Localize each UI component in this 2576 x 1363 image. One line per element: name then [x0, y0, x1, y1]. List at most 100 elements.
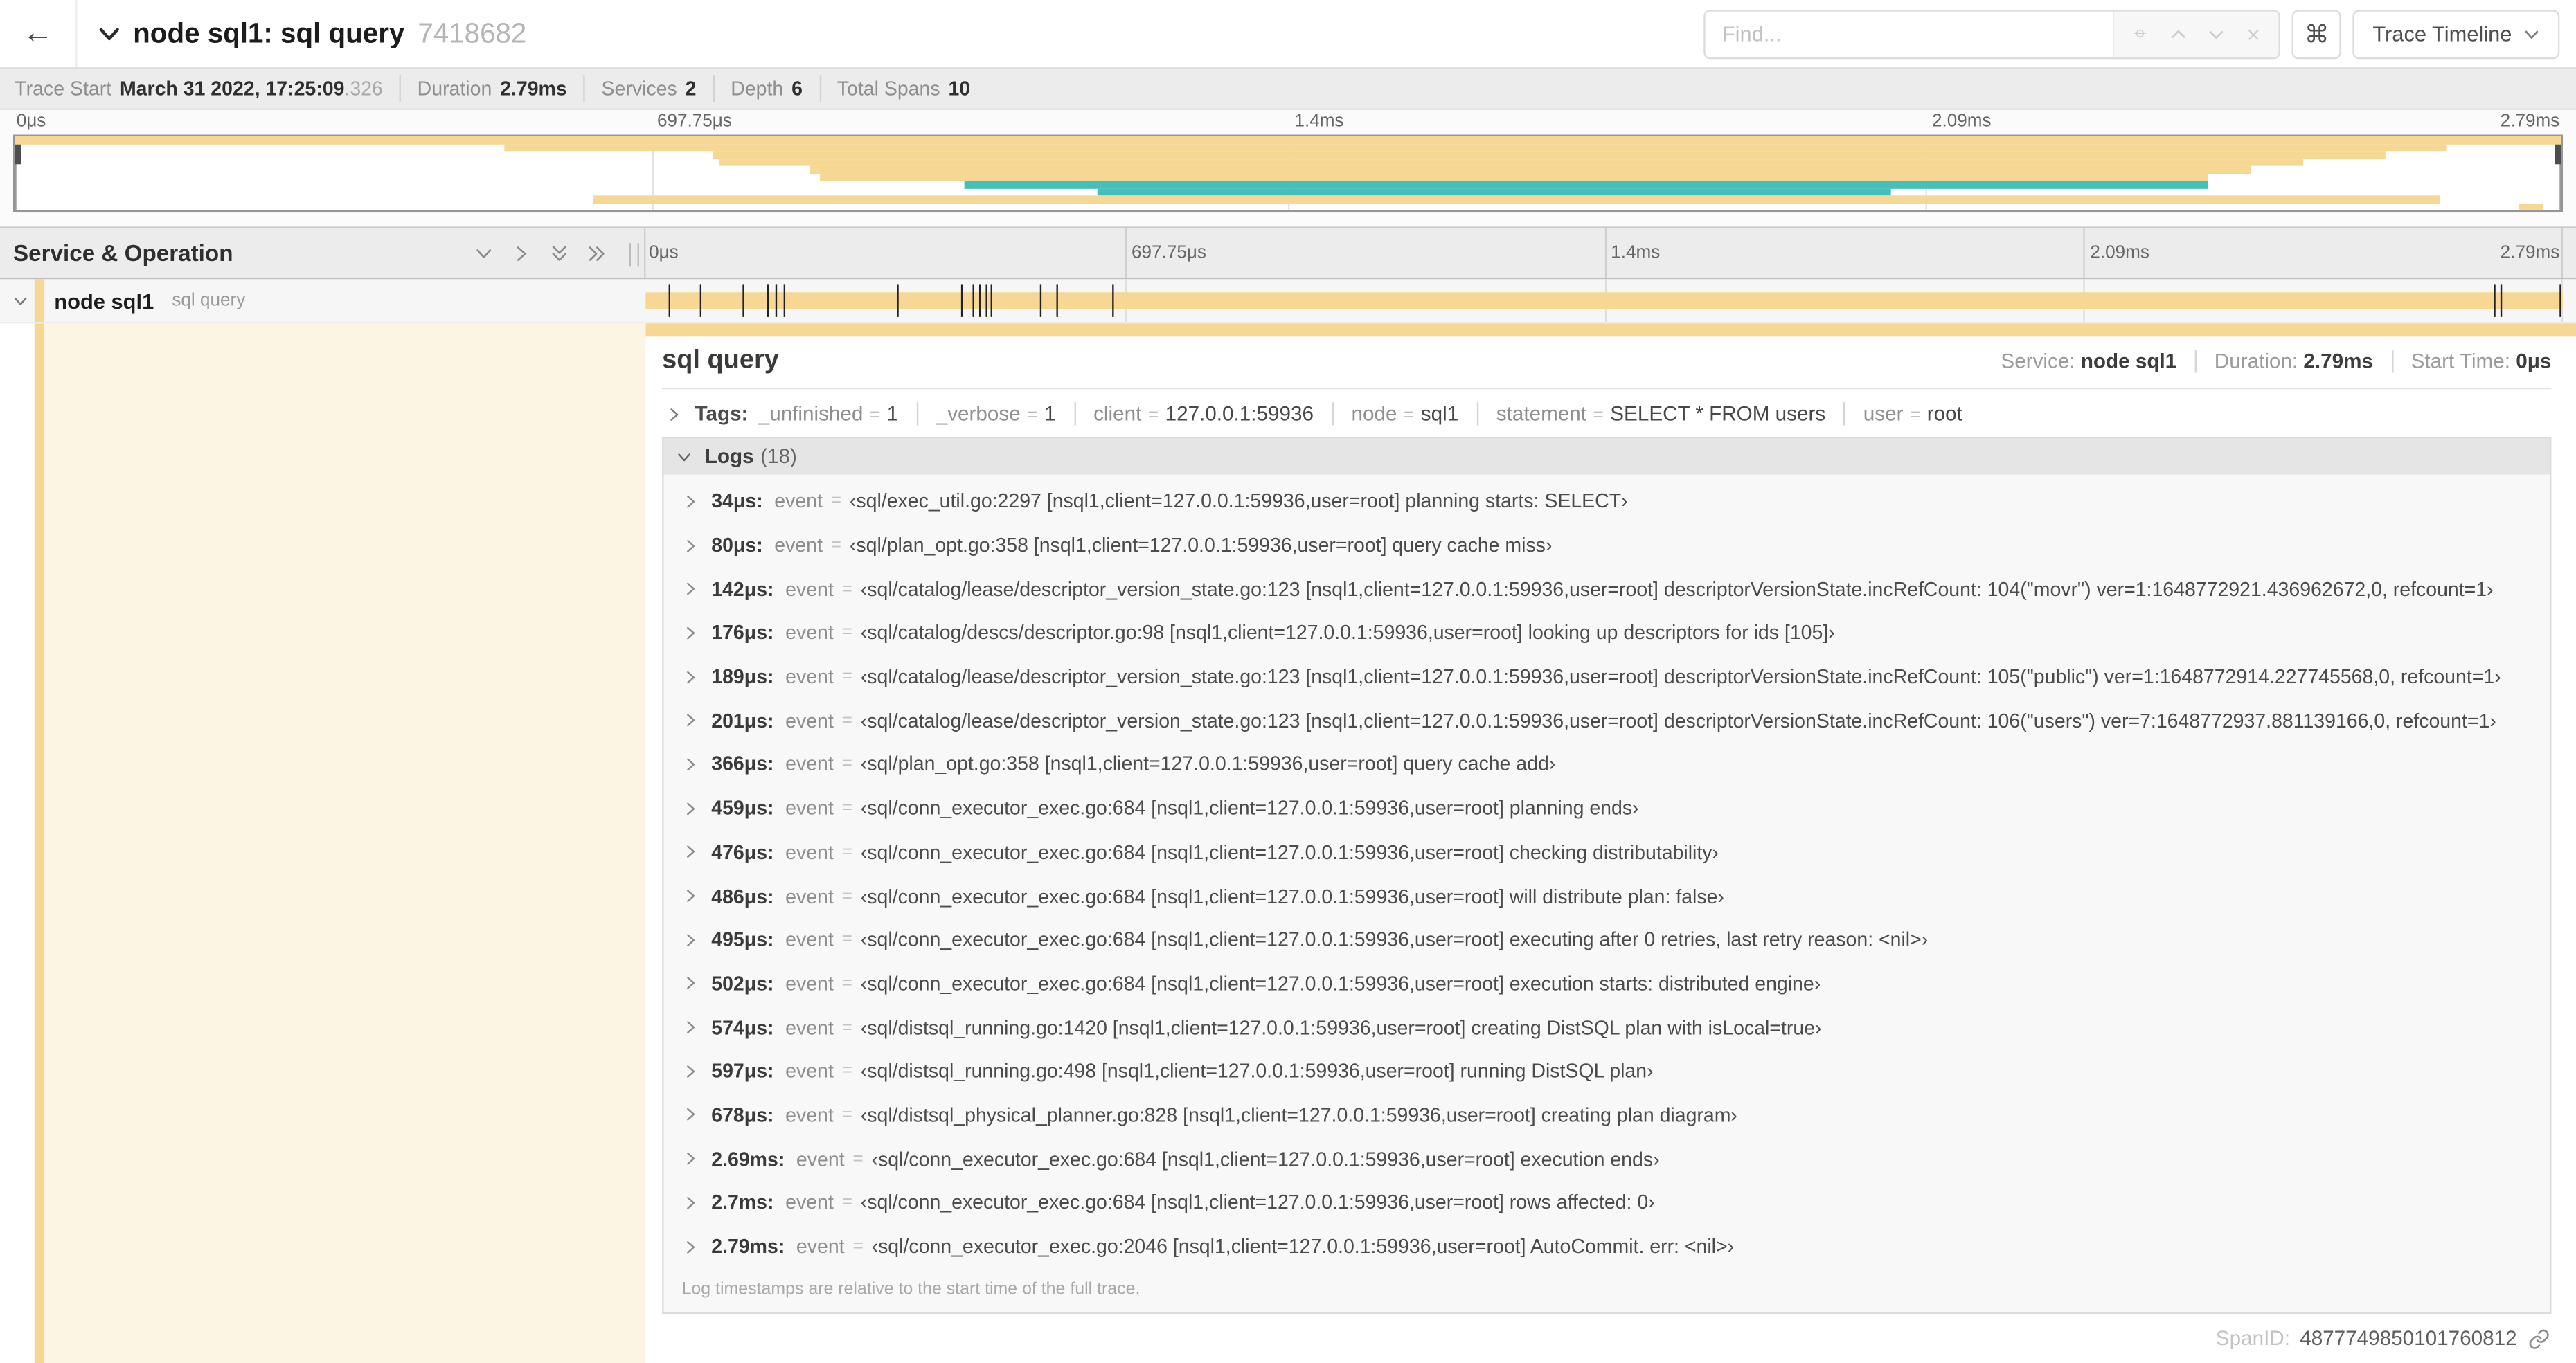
log-equals: = [841, 842, 852, 863]
keyboard-shortcuts-button[interactable]: ⌘ [2292, 9, 2342, 59]
log-row[interactable]: 597μs: event = ‹sql/distsql_running.go:498 … [682, 1049, 2550, 1093]
tag-value: 127.0.0.1:59936 [1165, 402, 1314, 426]
stat-duration: Duration: 2.79ms [2194, 350, 2374, 373]
log-field-name: event [785, 665, 834, 689]
chevron-down-icon [2523, 26, 2540, 42]
tag-equals: = [1147, 405, 1159, 426]
log-row[interactable]: 476μs: event = ‹sql/conn_executor_exec.go:6… [682, 830, 2550, 874]
chevron-right-icon [682, 1193, 700, 1211]
log-equals: = [841, 930, 852, 950]
log-event-tick [669, 284, 671, 317]
log-field-name: event [785, 884, 834, 908]
log-row[interactable]: 2.69ms: event = ‹sql/conn_executor_exec.go:… [682, 1137, 2550, 1180]
ruler-tick-label: 0μs [649, 243, 679, 263]
span-detail-title: sql query [662, 346, 779, 374]
log-value: ‹sql/conn_executor_exec.go:684 [nsql1,cl… [860, 840, 1719, 864]
log-row[interactable]: 486μs: event = ‹sql/conn_executor_exec.go:6… [682, 874, 2550, 918]
log-row[interactable]: 366μs: event = ‹sql/plan_opt.go:358 [nsql1,… [682, 743, 2550, 786]
back-button[interactable]: ← [0, 0, 78, 68]
duration-label: Duration [417, 77, 492, 100]
log-equals: = [841, 623, 852, 643]
log-timestamp: 2.7ms: [711, 1191, 774, 1215]
log-row[interactable]: 678μs: event = ‹sql/distsql_physical_planne… [682, 1093, 2550, 1137]
minimap-span [964, 180, 2208, 188]
trace-start-label: Trace Start [15, 77, 112, 100]
log-equals: = [841, 886, 852, 906]
log-field-name: event [796, 1235, 845, 1258]
log-value: ‹sql/catalog/lease/descriptor_version_st… [860, 577, 2494, 601]
log-row[interactable]: 502μs: event = ‹sql/conn_executor_exec.go:6… [682, 962, 2550, 1005]
span-id-row: SpanID: 4877749850101760812 [662, 1315, 2551, 1360]
minimap-canvas[interactable] [12, 134, 2564, 213]
log-row[interactable]: 201μs: event = ‹sql/catalog/lease/descripto… [682, 698, 2550, 742]
log-timestamp: 597μs: [711, 1059, 774, 1083]
header-toolbar: ⌖ × ⌘ Trace Timeline [1703, 9, 2560, 59]
log-row[interactable]: 495μs: event = ‹sql/conn_executor_exec.go:6… [682, 918, 2550, 962]
locate-icon[interactable]: ⌖ [2121, 10, 2159, 56]
log-row[interactable]: 142μs: event = ‹sql/catalog/lease/descripto… [682, 567, 2550, 611]
log-row[interactable]: 34μs: event = ‹sql/exec_util.go:2297 [nsql1… [682, 480, 2550, 523]
span-service-name: node sql1 [54, 288, 154, 313]
log-row[interactable]: 459μs: event = ‹sql/conn_executor_exec.go:6… [682, 786, 2550, 830]
clear-find-icon[interactable]: × [2235, 10, 2273, 56]
minimap-span [712, 151, 2386, 159]
span-color-stripe [34, 279, 45, 322]
trace-minimap: 0μs 697.75μs 1.4ms 2.09ms 2.79ms [0, 109, 2576, 227]
log-row[interactable]: 189μs: event = ‹sql/catalog/lease/descripto… [682, 655, 2550, 698]
chevron-right-icon [682, 755, 700, 773]
log-event-tick [897, 284, 899, 317]
find-next-icon[interactable] [2197, 10, 2235, 56]
span-detail-title-row: sql query Service: node sql1 Duration: 2… [662, 347, 2551, 377]
log-row[interactable]: 2.7ms: event = ‹sql/conn_executor_exec.go:6… [682, 1181, 2550, 1225]
collapse-all-icon[interactable] [548, 242, 570, 264]
collapse-one-icon[interactable] [473, 242, 494, 264]
trace-view-dropdown[interactable]: Trace Timeline [2352, 9, 2560, 59]
ruler-gridline [2083, 228, 2086, 278]
trace-start-value: March 31 2022, 17:25:09 [119, 77, 345, 100]
log-field-name: event [785, 1059, 834, 1083]
log-row[interactable]: 2.79ms: event = ‹sql/conn_executor_exec.go:… [682, 1225, 2550, 1268]
log-field-name: event [785, 928, 834, 952]
log-row[interactable]: 80μs: event = ‹sql/plan_opt.go:358 [nsql1,c… [682, 523, 2550, 567]
logs-accordion-header[interactable]: Logs (18) [663, 438, 2550, 475]
collapse-header-chevron-icon[interactable] [97, 21, 122, 46]
log-event-tick [1111, 284, 1113, 317]
log-row[interactable]: 176μs: event = ‹sql/catalog/descs/descripto… [682, 611, 2550, 655]
span-collapse-chevron-icon[interactable] [12, 292, 30, 310]
log-timestamp: 459μs: [711, 797, 774, 820]
total-spans-label: Total Spans [837, 77, 940, 100]
minimap-tick-label: 2.09ms [1932, 111, 1992, 132]
chevron-right-icon [682, 668, 700, 686]
tag-value: 1 [1044, 402, 1056, 426]
ruler-tick-label: 2.79ms [2500, 243, 2560, 263]
log-timestamp: 366μs: [711, 752, 774, 776]
span-detail-accent [645, 323, 2576, 337]
log-value: ‹sql/conn_executor_exec.go:684 [nsql1,cl… [860, 1191, 1655, 1215]
duration-value: 2.79ms [2303, 350, 2374, 373]
ruler-tick-label: 1.4ms [1611, 243, 1661, 263]
stat-service: Service: node sql1 [2001, 350, 2176, 372]
span-duration-bar[interactable] [645, 292, 2564, 309]
chevron-right-icon [682, 1150, 700, 1168]
timeline-ruler: 0μs 697.75μs 1.4ms 2.09ms 2.79ms [645, 228, 2576, 278]
column-resize-grip[interactable] [629, 243, 639, 267]
depth-group: Depth 6 [713, 75, 819, 102]
expand-all-icon[interactable] [587, 242, 608, 264]
find-input[interactable] [1706, 10, 2113, 57]
tags-accordion[interactable]: Tags: _unfinished = 1 _verbose = 1 client = 127.… [662, 389, 2551, 437]
span-id-value: 4877749850101760812 [2300, 1327, 2517, 1351]
span-row[interactable]: node sql1 sql query [0, 279, 2576, 324]
deep-link-icon[interactable] [2528, 1328, 2550, 1350]
depth-value: 6 [791, 77, 803, 100]
log-row[interactable]: 574μs: event = ‹sql/distsql_running.go:1420… [682, 1006, 2550, 1049]
log-equals: = [841, 667, 852, 687]
expand-one-icon[interactable] [511, 242, 533, 264]
log-field-name: event [796, 1147, 845, 1171]
find-prev-icon[interactable] [2159, 10, 2197, 56]
log-equals: = [841, 710, 852, 731]
log-value: ‹sql/conn_executor_exec.go:684 [nsql1,cl… [860, 797, 1639, 820]
total-spans-value: 10 [948, 77, 971, 100]
chevron-right-icon [682, 624, 700, 642]
minimap-span [809, 165, 2251, 174]
span-detail-card: sql query Service: node sql1 Duration: 2… [645, 336, 2576, 1363]
